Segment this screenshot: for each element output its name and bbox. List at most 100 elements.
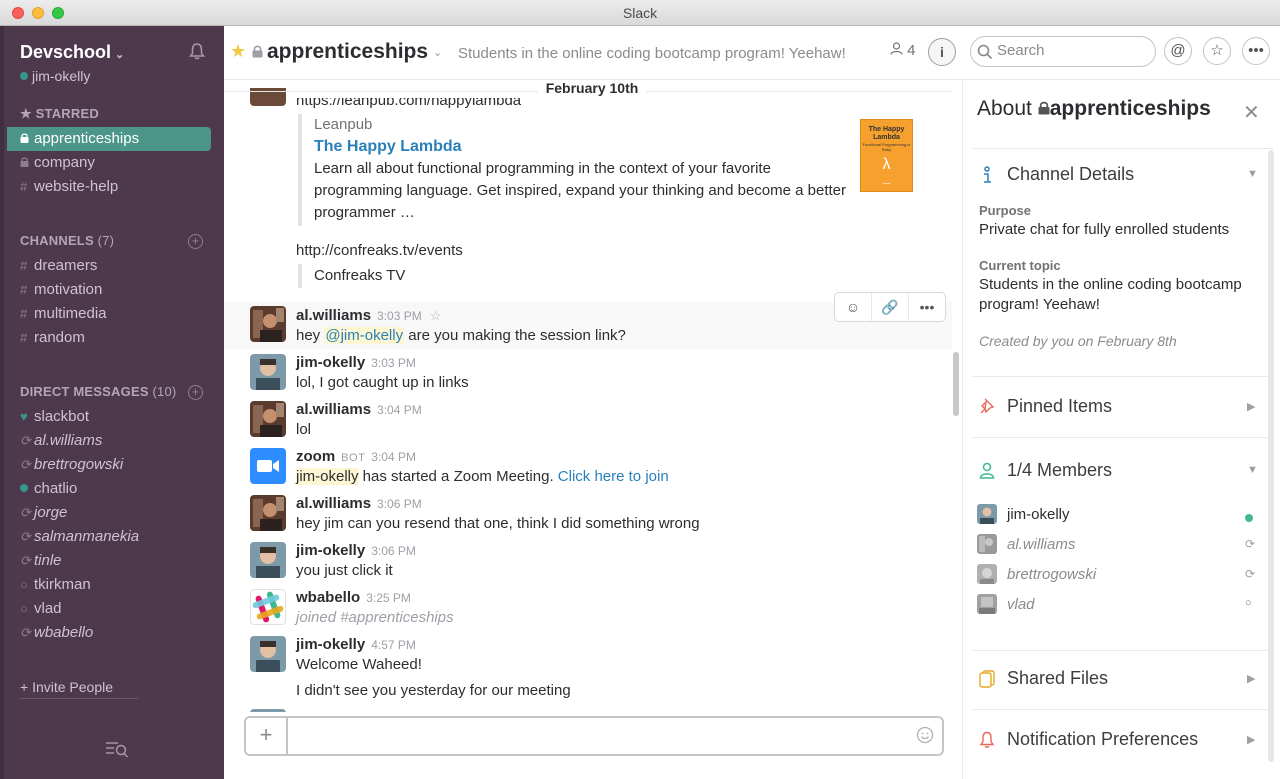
avatar[interactable]	[250, 354, 286, 390]
avatar[interactable]	[250, 709, 286, 712]
bell-icon[interactable]	[188, 42, 206, 60]
dm-item-jorge[interactable]: ⟳ jorge	[7, 501, 211, 525]
message-sender[interactable]: jim-okelly 4:57 PM	[296, 636, 416, 653]
message-sender[interactable]: wbabello 3:25 PM	[296, 589, 411, 606]
message-timestamp[interactable]: 3:06 PM	[377, 497, 422, 511]
dm-item-brettrogowski[interactable]: ⟳ brettrogowski	[7, 453, 211, 477]
member-item[interactable]: jim-okelly	[977, 504, 1257, 526]
channel-topic[interactable]: Students in the online coding bootcamp p…	[458, 45, 846, 62]
message-sender[interactable]: zoom BOT 3:04 PM	[296, 448, 416, 465]
avatar[interactable]	[250, 636, 286, 672]
section-shared-files[interactable]: Shared Files ▶	[979, 668, 1259, 692]
message-list[interactable]: February 10th https://leanpub.com/happyl…	[224, 80, 960, 712]
dm-item-tkirkman[interactable]: ○ tkirkman	[7, 573, 211, 597]
attachment-title-link[interactable]: The Happy Lambda	[314, 136, 858, 158]
dm-item-slackbot[interactable]: ♥ slackbot	[7, 405, 211, 429]
sidebar-item-apprenticeships[interactable]: apprenticeships	[7, 127, 211, 151]
section-notification-preferences[interactable]: Notification Preferences ▶	[979, 729, 1259, 753]
star-icon[interactable]: ★	[230, 41, 246, 62]
member-item[interactable]: brettrogowski ⟳	[977, 564, 1257, 586]
current-user[interactable]: jim-okelly	[20, 68, 90, 84]
join-meeting-link[interactable]: Click here to join	[558, 468, 669, 485]
invite-people-button[interactable]: + Invite People	[20, 679, 138, 699]
search-box[interactable]	[970, 36, 1156, 67]
emoji-icon[interactable]	[916, 726, 934, 744]
message-row[interactable]: al.williams 3:06 PM hey jim can you resen…	[224, 491, 952, 537]
dm-item-vlad[interactable]: ○ vlad	[7, 597, 211, 621]
chevron-down-icon[interactable]: ⌄	[433, 46, 442, 59]
more-actions-button[interactable]: •••	[909, 293, 945, 321]
book-cover-thumbnail[interactable]: The Happy Lambda Functional Programming …	[860, 119, 913, 192]
message-link[interactable]: http://confreaks.tv/events	[296, 242, 463, 259]
avatar[interactable]	[250, 495, 286, 531]
add-reaction-button[interactable]: ☺	[835, 293, 872, 321]
dm-item-tinle[interactable]: ⟳ tinle	[7, 549, 211, 573]
sidebar-item-motivation[interactable]: # motivation	[7, 278, 211, 302]
message-row[interactable]: zoom BOT 3:04 PM jim-okelly has started a …	[224, 444, 952, 490]
add-channel-button[interactable]: +	[188, 234, 203, 249]
zoom-avatar[interactable]	[250, 448, 286, 484]
message-timestamp[interactable]: 3:03 PM	[377, 309, 422, 323]
channel-info-button[interactable]: i	[928, 38, 956, 66]
message-timestamp[interactable]: 3:04 PM	[371, 450, 416, 464]
mentions-button[interactable]: @	[1164, 37, 1192, 65]
message-sender[interactable]: al.williams 3:03 PM ☆	[296, 307, 441, 324]
message-row[interactable]: jim-okelly 3:06 PM you just click it	[224, 538, 952, 584]
message-row[interactable]: al.williams 3:04 PM lol	[224, 397, 952, 443]
member-item[interactable]: al.williams ⟳	[977, 534, 1257, 556]
sidebar-item-multimedia[interactable]: # multimedia	[7, 302, 211, 326]
direct-messages-header[interactable]: DIRECT MESSAGES (10)	[20, 384, 176, 399]
member-name: vlad	[1007, 596, 1035, 613]
add-dm-button[interactable]: +	[188, 385, 203, 400]
info-icon: i	[940, 44, 944, 60]
sidebar-item-random[interactable]: # random	[7, 326, 211, 350]
avatar[interactable]	[250, 589, 286, 625]
user-mention[interactable]: jim-okelly	[296, 468, 359, 485]
message-sender[interactable]: al.williams 3:04 PM	[296, 401, 422, 418]
section-members[interactable]: 1/4 Members ▼	[979, 460, 1259, 484]
message-timestamp[interactable]: 3:25 PM	[366, 591, 411, 605]
message-timestamp[interactable]: 3:04 PM	[377, 403, 422, 417]
message-row[interactable]: jim-okelly 4:57 PM Welcome Waheed! I didn…	[224, 632, 952, 704]
message-row[interactable]: jim-okelly 3:03 PM lol, I got caught up i…	[224, 350, 952, 396]
dm-item-al-williams[interactable]: ⟳ al.williams	[7, 429, 211, 453]
team-menu[interactable]: Devschool ⌄	[20, 42, 124, 63]
sidebar-item-dreamers[interactable]: # dreamers	[7, 254, 211, 278]
dm-item-wbabello[interactable]: ⟳ wbabello	[7, 621, 211, 645]
dm-item-chatlio[interactable]: chatlio	[7, 477, 211, 501]
more-options-button[interactable]: •••	[1242, 37, 1270, 65]
star-outline-icon[interactable]: ☆	[430, 308, 442, 323]
message-sender[interactable]: al.williams 3:06 PM	[296, 495, 422, 512]
panel-scrollbar[interactable]	[1268, 150, 1274, 762]
dm-item-salmanmanekia[interactable]: ⟳ salmanmanekia	[7, 525, 211, 549]
sender-name: jim-okelly	[296, 354, 366, 371]
avatar[interactable]	[250, 306, 286, 342]
quick-switcher-icon[interactable]	[104, 739, 130, 759]
member-item[interactable]: vlad ○	[977, 594, 1257, 616]
message-input[interactable]	[298, 726, 898, 743]
avatar[interactable]	[250, 542, 286, 578]
member-count-button[interactable]: 4	[890, 42, 916, 59]
starred-items-button[interactable]: ☆	[1203, 37, 1231, 65]
channels-header[interactable]: CHANNELS (7)	[20, 233, 114, 248]
add-attachment-button[interactable]: +	[246, 718, 288, 754]
message-scrollbar[interactable]	[953, 352, 959, 416]
message-timestamp[interactable]: 3:03 PM	[371, 356, 416, 370]
topic-value[interactable]: Students in the online coding bootcamp p…	[979, 275, 1249, 315]
message-timestamp[interactable]: 4:57 PM	[371, 638, 416, 652]
search-input[interactable]	[997, 42, 1147, 59]
close-panel-button[interactable]: ✕	[1243, 100, 1260, 125]
copy-link-button[interactable]: 🔗	[872, 293, 909, 321]
message-sender[interactable]: jim-okelly 3:03 PM	[296, 354, 416, 371]
message-timestamp[interactable]: 3:06 PM	[371, 544, 416, 558]
message-row[interactable]: wbabello 3:25 PM joined #apprenticeships	[224, 585, 952, 631]
user-mention[interactable]: @jim-okelly	[324, 327, 405, 344]
section-channel-details[interactable]: Channel Details ▼	[979, 164, 1259, 188]
purpose-value[interactable]: Private chat for fully enrolled students	[979, 220, 1249, 240]
section-pinned-items[interactable]: Pinned Items ▶	[979, 396, 1259, 420]
avatar[interactable]	[250, 401, 286, 437]
sidebar-item-website-help[interactable]: # website-help	[7, 175, 211, 199]
channel-name[interactable]: apprenticeships	[267, 40, 428, 64]
message-sender[interactable]: jim-okelly 3:06 PM	[296, 542, 416, 559]
sidebar-item-company[interactable]: company	[7, 151, 211, 175]
